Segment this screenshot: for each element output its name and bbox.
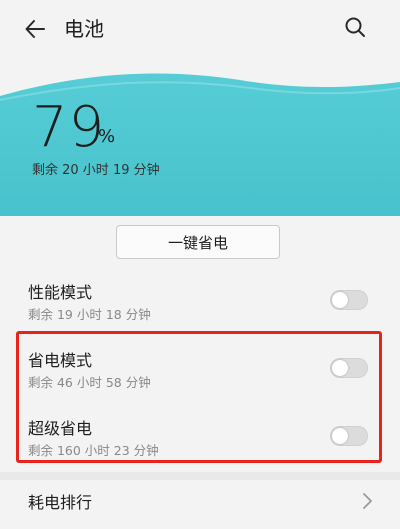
- power-saving-mode-title: 省电模式: [28, 351, 93, 370]
- performance-mode-title: 性能模式: [28, 283, 93, 302]
- battery-settings-page: 电池 79 % 剩余 20 小时 19 分钟 一键省电 性能模式 剩余 19 小…: [0, 0, 400, 529]
- performance-mode-toggle[interactable]: [330, 290, 368, 310]
- performance-mode-remaining: 剩余 19 小时 18 分钟: [28, 307, 151, 322]
- search-button[interactable]: [338, 10, 372, 44]
- toggle-knob: [332, 360, 348, 376]
- section-divider: [0, 472, 400, 480]
- ultra-power-saving-title: 超级省电: [28, 419, 93, 438]
- search-icon: [345, 17, 365, 37]
- ultra-power-saving-toggle[interactable]: [330, 426, 368, 446]
- back-button[interactable]: [18, 12, 52, 46]
- power-usage-ranking-row[interactable]: 耗电排行: [0, 482, 400, 524]
- ultra-power-saving-remaining: 剩余 160 小时 23 分钟: [28, 443, 159, 458]
- toggle-knob: [332, 292, 348, 308]
- power-saving-mode-row[interactable]: 省电模式 剩余 46 小时 58 分钟: [0, 348, 400, 398]
- power-saving-mode-remaining: 剩余 46 小时 58 分钟: [28, 375, 151, 390]
- page-title: 电池: [64, 17, 104, 41]
- performance-mode-row[interactable]: 性能模式 剩余 19 小时 18 分钟: [0, 280, 400, 330]
- power-saving-mode-toggle[interactable]: [330, 358, 368, 378]
- arrow-left-icon: [25, 20, 45, 38]
- app-header: 电池: [0, 0, 400, 58]
- percent-unit: %: [98, 126, 116, 147]
- one-key-power-save-button[interactable]: 一键省电: [116, 225, 280, 259]
- power-usage-ranking-label: 耗电排行: [28, 493, 93, 512]
- ultra-power-saving-row[interactable]: 超级省电 剩余 160 小时 23 分钟: [0, 416, 400, 466]
- battery-percentage: 79: [32, 95, 106, 160]
- battery-remaining-time: 剩余 20 小时 19 分钟: [32, 163, 160, 178]
- toggle-knob: [332, 428, 348, 444]
- chevron-right-icon: [363, 493, 372, 509]
